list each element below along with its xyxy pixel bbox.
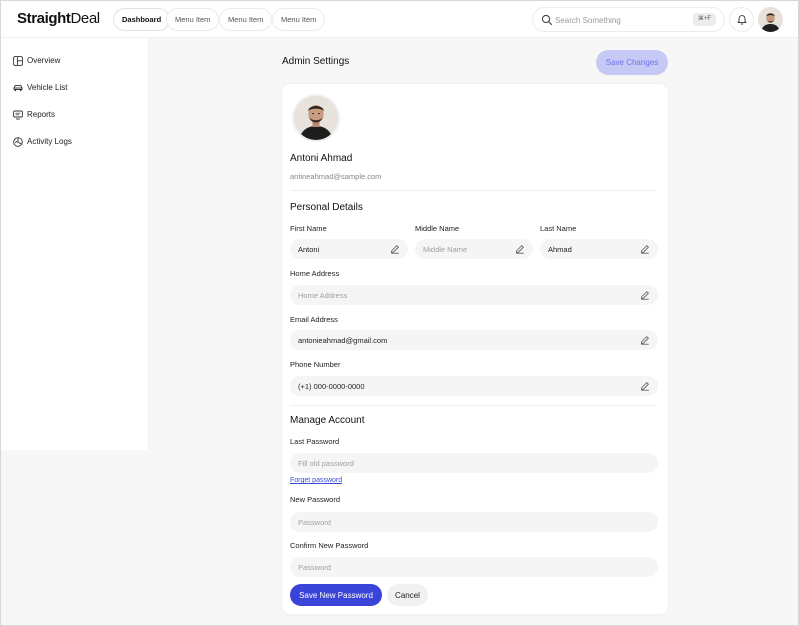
confirm-password-field[interactable] (290, 557, 658, 577)
first-name-label: First Name (290, 224, 327, 233)
cancel-button[interactable]: Cancel (387, 584, 428, 606)
email-address-input[interactable] (298, 333, 593, 347)
tab-menu-item-1[interactable]: Menu Item (166, 8, 220, 31)
save-changes-button[interactable]: Save Changes (596, 50, 668, 75)
home-address-field[interactable] (290, 285, 658, 305)
email-address-label: Email Address (290, 315, 338, 324)
manage-account-title: Manage Account (290, 415, 365, 426)
notifications-button[interactable] (729, 7, 754, 32)
top-header: StraightDeal Dashboard Menu Item Menu It… (1, 1, 798, 38)
forget-password-link[interactable]: Forget password (290, 477, 342, 484)
save-new-password-button[interactable]: Save New Password (290, 584, 382, 606)
sidebar: Overview Vehicle List Reports Activity L… (1, 38, 149, 450)
chart-icon (13, 137, 23, 147)
user-avatar[interactable] (758, 7, 783, 32)
search-input[interactable] (555, 12, 685, 28)
first-name-field[interactable] (290, 239, 408, 259)
brand-logo[interactable]: StraightDeal (17, 10, 100, 27)
last-name-input[interactable] (548, 242, 643, 256)
search-bar[interactable]: ⌘+F (532, 7, 725, 32)
home-address-input[interactable] (298, 288, 593, 302)
sidebar-item-label: Overview (27, 56, 61, 65)
layout-icon (13, 56, 23, 66)
divider (290, 190, 657, 191)
last-password-field[interactable] (290, 453, 658, 473)
last-name-label: Last Name (540, 224, 577, 233)
pencil-icon[interactable] (640, 244, 650, 254)
phone-number-label: Phone Number (290, 360, 341, 369)
middle-name-field[interactable] (415, 239, 533, 259)
first-name-input[interactable] (298, 242, 393, 256)
app-window: StraightDeal Dashboard Menu Item Menu It… (0, 0, 799, 626)
car-icon (13, 84, 23, 92)
pencil-icon[interactable] (640, 290, 650, 300)
confirm-password-label: Confirm New Password (290, 541, 369, 550)
bell-icon (737, 15, 747, 25)
last-password-label: Last Password (290, 437, 340, 446)
middle-name-input[interactable] (423, 242, 518, 256)
phone-number-field[interactable] (290, 376, 658, 396)
email-address-field[interactable] (290, 330, 658, 350)
pencil-icon[interactable] (390, 244, 400, 254)
avatar-image (758, 7, 783, 32)
new-password-label: New Password (290, 495, 341, 504)
profile-name: Antoni Ahmad (290, 153, 353, 164)
monitor-icon (13, 110, 23, 120)
last-password-input[interactable] (298, 456, 593, 470)
sidebar-item-label: Reports (27, 110, 56, 119)
search-icon (541, 14, 553, 26)
pencil-icon[interactable] (640, 335, 650, 345)
personal-details-title: Personal Details (290, 202, 363, 213)
new-password-input[interactable] (298, 515, 593, 529)
avatar-image (294, 96, 338, 140)
page-title: Admin Settings (282, 56, 350, 67)
tab-dashboard[interactable]: Dashboard (113, 8, 171, 31)
pencil-icon[interactable] (515, 244, 525, 254)
divider (290, 405, 657, 406)
profile-email: antineahmad@sample.com (290, 172, 382, 181)
pencil-icon[interactable] (640, 381, 650, 391)
sidebar-item-label: Activity Logs (27, 137, 72, 146)
profile-avatar[interactable] (292, 94, 340, 142)
middle-name-label: Middle Name (415, 224, 460, 233)
sidebar-item-label: Vehicle List (27, 83, 68, 92)
tab-menu-item-3[interactable]: Menu Item (272, 8, 326, 31)
phone-number-input[interactable] (298, 379, 593, 393)
confirm-password-input[interactable] (298, 560, 593, 574)
last-name-field[interactable] (540, 239, 658, 259)
tab-menu-item-2[interactable]: Menu Item (219, 8, 273, 31)
new-password-field[interactable] (290, 512, 658, 532)
settings-card: Antoni Ahmad antineahmad@sample.com Pers… (282, 84, 668, 614)
home-address-label: Home Address (290, 269, 340, 278)
shortcut-badge: ⌘+F (692, 13, 716, 26)
